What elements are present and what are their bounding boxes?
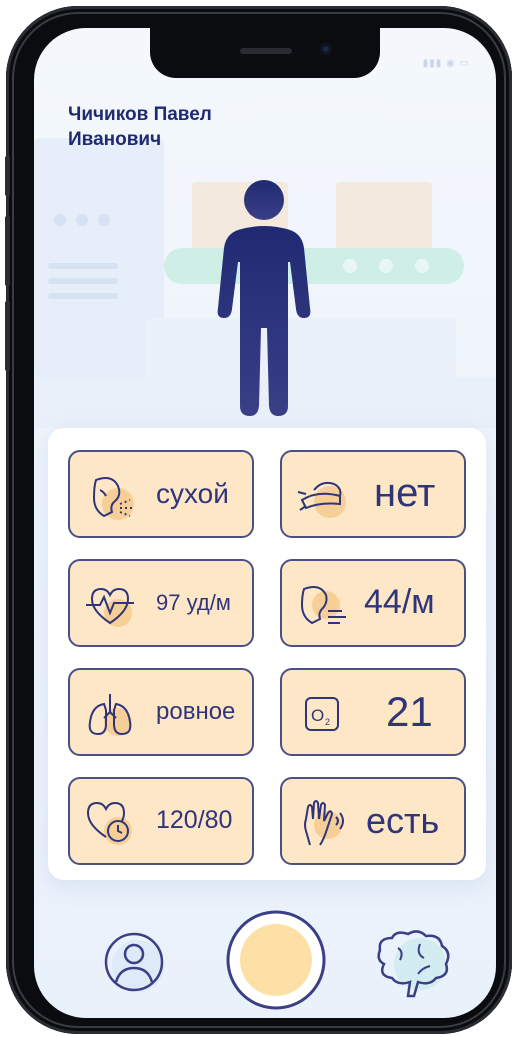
vital-pressure[interactable]: 120/80 xyxy=(68,777,254,865)
vital-pulse-value: 97 уд/м xyxy=(156,589,231,615)
volume-up-button xyxy=(5,216,10,286)
brain-icon[interactable] xyxy=(370,926,460,1002)
vital-tremor[interactable]: есть xyxy=(280,777,466,865)
patient-name: Чичиков Павел Иванович xyxy=(68,104,212,150)
sneeze-icon xyxy=(297,481,346,518)
cough-icon xyxy=(92,477,134,520)
vital-sneeze-value: нет xyxy=(374,471,436,515)
heartbeat-icon xyxy=(86,587,134,627)
vital-pressure-value: 120/80 xyxy=(156,806,233,834)
vital-breathing[interactable]: ровное xyxy=(68,668,254,756)
heart-pressure-icon xyxy=(86,801,132,845)
lungs-icon xyxy=(88,694,132,736)
svg-text:O: O xyxy=(311,706,324,725)
vital-tremor-value: есть xyxy=(366,799,440,841)
record-button-icon[interactable] xyxy=(224,908,328,1012)
vital-oxygen-value: 21 xyxy=(386,687,433,735)
vital-cough-value: сухой xyxy=(156,477,229,509)
vital-breath-rate[interactable]: 44/м xyxy=(280,559,466,647)
vital-sneeze[interactable]: нет xyxy=(280,450,466,538)
speaker xyxy=(240,48,292,54)
vital-breath-rate-value: 44/м xyxy=(364,583,435,621)
vital-oxygen[interactable]: O 2 21 xyxy=(280,668,466,756)
vitals-panel: сухой нет 97 уд/м 44/м ровное O 2 21 120… xyxy=(48,428,486,880)
body-figure-icon xyxy=(217,180,311,416)
status-bar: ▮▮▮ ◉ ▭ xyxy=(422,58,470,69)
volume-down-button xyxy=(5,301,10,371)
vital-cough[interactable]: сухой xyxy=(68,450,254,538)
o2-icon: O 2 xyxy=(305,697,339,731)
app-screen: ▮▮▮ ◉ ▭ Чичиков Павел Иванович сухой нет… xyxy=(34,28,496,1018)
mute-switch xyxy=(5,156,10,196)
breathing-icon xyxy=(300,586,346,625)
vital-breathing-value: ровное xyxy=(156,697,236,725)
notch xyxy=(150,28,380,78)
profile-icon[interactable] xyxy=(102,928,172,998)
svg-text:2: 2 xyxy=(325,717,330,727)
bottom-nav xyxy=(34,908,496,1018)
hand-tremor-icon xyxy=(304,800,344,846)
phone-frame: ▮▮▮ ◉ ▭ Чичиков Павел Иванович сухой нет… xyxy=(5,6,512,1034)
vital-pulse[interactable]: 97 уд/м xyxy=(68,559,254,647)
front-camera xyxy=(320,43,332,55)
